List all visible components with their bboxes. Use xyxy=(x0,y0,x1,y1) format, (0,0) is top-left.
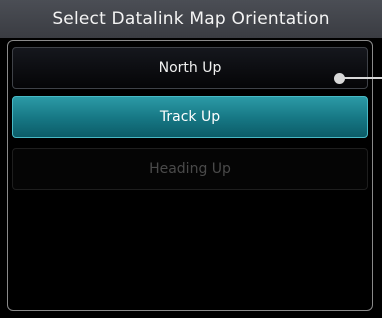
orientation-options-panel: North Up Track Up Heading Up xyxy=(7,40,373,311)
north-up-button[interactable]: North Up xyxy=(12,47,368,89)
selection-pointer-line xyxy=(343,77,382,79)
track-up-button[interactable]: Track Up xyxy=(12,96,368,138)
heading-up-button: Heading Up xyxy=(12,148,368,190)
track-up-label: Track Up xyxy=(159,109,221,125)
dialog-title: Select Datalink Map Orientation xyxy=(0,0,382,38)
north-up-label: North Up xyxy=(158,60,222,76)
heading-up-label: Heading Up xyxy=(149,161,231,177)
